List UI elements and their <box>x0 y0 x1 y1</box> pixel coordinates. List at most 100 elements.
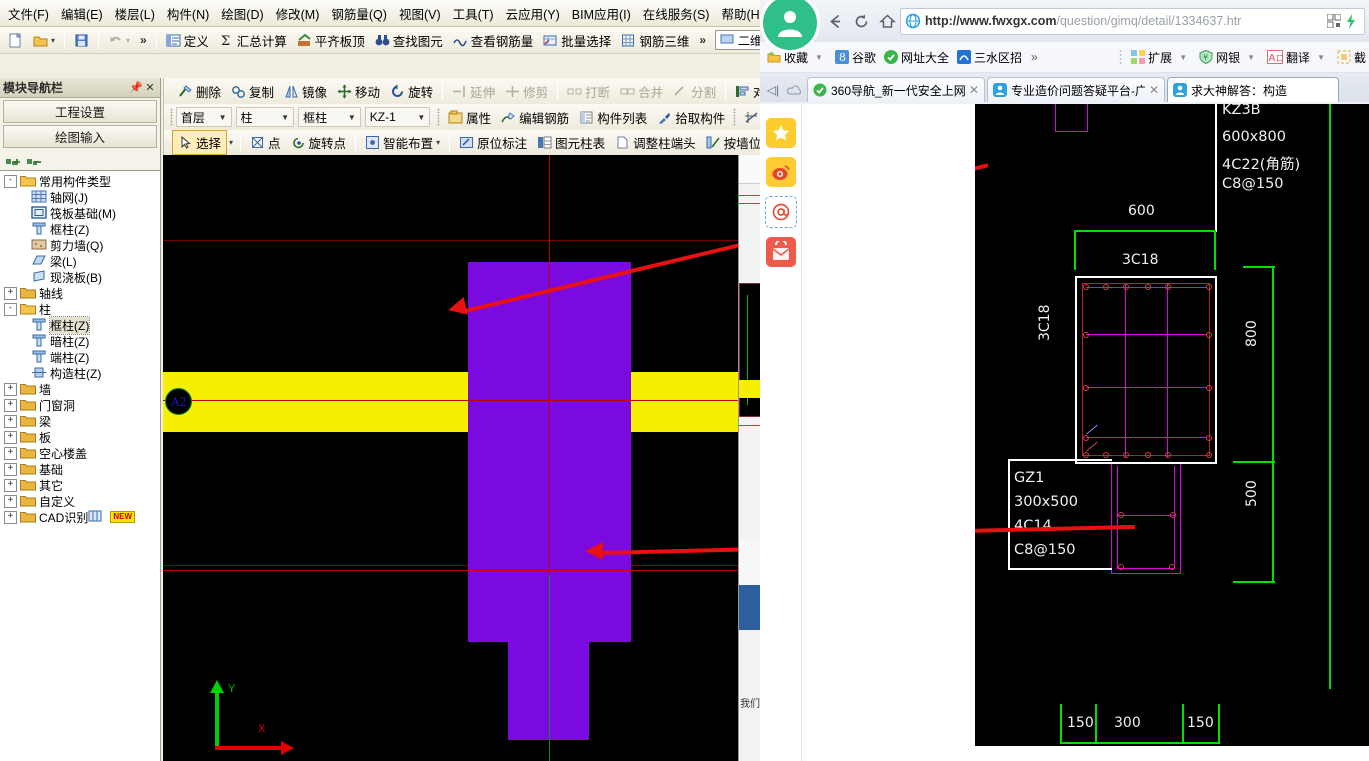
tree-item-10[interactable]: 暗柱(Z) <box>0 333 160 349</box>
cad-drawing-canvas[interactable]: A2 Y X <box>163 155 738 761</box>
toolbar-overflow-button[interactable]: » <box>135 33 152 47</box>
menu-item-file[interactable]: 文件(F) <box>2 1 55 26</box>
column-detail-drawing[interactable]: KZ3B 600x800 4C22(角筋) C8@150 600 3C18 3C… <box>975 104 1369 746</box>
close-icon[interactable]: ✕ <box>969 83 979 97</box>
expand-toggle-icon[interactable]: + <box>4 447 17 460</box>
modify-break-button[interactable]: 打断 <box>562 80 615 103</box>
tab-active-question[interactable]: 求大神解答：构造 <box>1167 77 1339 102</box>
draw-point-button[interactable]: 点 <box>245 131 286 154</box>
menu-item-cloud[interactable]: 云应用(Y) <box>500 1 566 26</box>
adjust-column-end-button[interactable]: 调整柱端头 <box>610 131 701 154</box>
new-file-button[interactable] <box>3 31 28 50</box>
draw-select-dropdown[interactable]: ▾ <box>226 136 236 149</box>
draw-by-wall-button[interactable]: 按墙位置绘 <box>701 131 760 154</box>
tree-item-14[interactable]: +门窗洞 <box>0 397 160 413</box>
tree-item-8[interactable]: -柱 <box>0 301 160 317</box>
bookmark-google[interactable]: 8 谷歌 <box>832 47 879 68</box>
properties-button[interactable]: 属性 <box>443 106 496 129</box>
expand-toggle-icon[interactable]: + <box>4 383 17 396</box>
toolbar-batch-select-button[interactable]: 批量选择 <box>538 29 616 52</box>
menu-item-view[interactable]: 视图(V) <box>393 1 447 26</box>
pin-icon[interactable]: 📌 <box>129 81 143 94</box>
tree-item-18[interactable]: +基础 <box>0 461 160 477</box>
chevron-down-icon[interactable]: ▼ <box>811 53 827 62</box>
tree-item-5[interactable]: 梁(L) <box>0 253 160 269</box>
tree-item-12[interactable]: 构造柱(Z) <box>0 365 160 381</box>
tab-scroll-left-icon[interactable]: ◁| <box>763 78 783 102</box>
undo-button[interactable]: ▾ <box>103 31 135 50</box>
expand-toggle-icon[interactable]: + <box>4 463 17 476</box>
menu-item-bim[interactable]: BIM应用(I) <box>566 1 637 26</box>
close-icon[interactable]: ✕ <box>1149 83 1159 97</box>
draw-rotate-point-button[interactable]: 旋转点 <box>286 131 352 154</box>
bookmark-sanshui[interactable]: 三水区招 <box>954 47 1025 68</box>
expand-toggle-icon[interactable]: + <box>4 399 17 412</box>
tree-item-0[interactable]: -常用构件类型 <box>0 173 160 189</box>
address-bar[interactable]: http://www.fwxgx.com/question/gimq/detai… <box>900 8 1365 35</box>
chevron-down-icon[interactable]: ▼ <box>217 113 229 122</box>
member-list-button[interactable]: 构件列表 <box>574 106 652 129</box>
toolbar-find-element-button[interactable]: 查找图元 <box>370 29 448 52</box>
tree-item-6[interactable]: 现浇板(B) <box>0 269 160 285</box>
column-table-button[interactable]: 图元柱表 <box>532 131 610 154</box>
expand-all-icon[interactable] <box>6 155 21 170</box>
tree-item-16[interactable]: +板 <box>0 429 160 445</box>
chevron-down-icon[interactable]: ▼ <box>346 113 358 122</box>
tree-item-17[interactable]: +空心楼盖 <box>0 445 160 461</box>
tree-item-4[interactable]: 剪力墙(Q) <box>0 237 160 253</box>
reload-button[interactable] <box>848 8 874 34</box>
tab-360-nav[interactable]: 360导航_新一代安全上网导航 ✕ <box>807 77 985 102</box>
menu-item-online[interactable]: 在线服务(S) <box>637 1 716 26</box>
draw-select-button[interactable]: 选择 <box>173 131 226 154</box>
star-icon[interactable] <box>766 118 796 148</box>
collapse-toggle-icon[interactable]: - <box>4 175 17 188</box>
bookmark-hao123[interactable]: 网址大全 <box>881 47 952 68</box>
menu-item-edit[interactable]: 编辑(E) <box>55 1 109 26</box>
tree-item-19[interactable]: +其它 <box>0 477 160 493</box>
tree-item-1[interactable]: 轴网(J) <box>0 189 160 205</box>
open-file-button[interactable]: ▾ <box>28 31 60 50</box>
toolbar-grip[interactable] <box>437 108 440 126</box>
weibo-eye-icon[interactable] <box>766 157 796 187</box>
nav-project-settings-button[interactable]: 工程设置 <box>3 100 157 123</box>
qrcode-icon[interactable] <box>1327 14 1342 29</box>
at-sign-icon[interactable] <box>765 196 797 228</box>
toolbar-grip[interactable] <box>733 108 736 126</box>
extensions-button[interactable]: 扩展 ▼ <box>1128 47 1194 68</box>
modify-extend-button[interactable]: 延伸 <box>447 80 500 103</box>
menu-item-rebar-qty[interactable]: 钢筋量(Q) <box>325 1 393 26</box>
home-button[interactable] <box>874 8 900 34</box>
modify-merge-button[interactable]: 合并 <box>615 80 668 103</box>
insitu-annotation-button[interactable]: 原位标注 <box>454 131 532 154</box>
modify-move-button[interactable]: 移动 <box>332 80 385 103</box>
bank-shield-button[interactable]: ¥ 网银 ▼ <box>1196 47 1262 68</box>
chevron-down-icon[interactable]: ▼ <box>1313 53 1329 62</box>
lightning-icon[interactable] <box>1345 14 1360 29</box>
expand-toggle-icon[interactable]: + <box>4 431 17 444</box>
background-window-sliver[interactable]: 我们 <box>738 155 760 761</box>
menu-item-modify[interactable]: 修改(M) <box>270 1 326 26</box>
expand-toggle-icon[interactable]: + <box>4 511 17 524</box>
tree-item-13[interactable]: +墙 <box>0 381 160 397</box>
modify-align-button[interactable]: 对齐 <box>730 80 760 103</box>
close-icon[interactable]: ✕ <box>143 81 157 94</box>
modify-delete-button[interactable]: 删除 <box>173 80 226 103</box>
floor-select[interactable]: 首层▼ <box>176 107 232 127</box>
expand-toggle-icon[interactable]: + <box>4 495 17 508</box>
capture-button[interactable]: 截 <box>1334 47 1369 68</box>
collapse-toggle-icon[interactable]: - <box>4 303 17 316</box>
modify-split-button[interactable]: 分割 <box>668 80 721 103</box>
tree-item-21[interactable]: +CAD识别NEW <box>0 509 160 525</box>
toolbar-flush-slab-button[interactable]: 平齐板顶 <box>292 29 370 52</box>
expand-toggle-icon[interactable]: + <box>4 479 17 492</box>
toolbar-grip[interactable] <box>1119 49 1122 65</box>
collapse-all-icon[interactable] <box>27 155 42 170</box>
smart-layout-button[interactable]: 智能布置▾ <box>360 131 445 154</box>
tree-item-20[interactable]: +自定义 <box>0 493 160 509</box>
toolbar-summary-button[interactable]: Σ 汇总计算 <box>214 29 292 52</box>
cloud-sync-icon[interactable] <box>785 78 805 102</box>
toolbar-primary-overflow[interactable]: » <box>694 33 711 47</box>
menu-item-draw[interactable]: 绘图(D) <box>215 1 269 26</box>
expand-toggle-icon[interactable]: + <box>4 415 17 428</box>
chevron-down-icon[interactable]: ▼ <box>1175 53 1191 62</box>
